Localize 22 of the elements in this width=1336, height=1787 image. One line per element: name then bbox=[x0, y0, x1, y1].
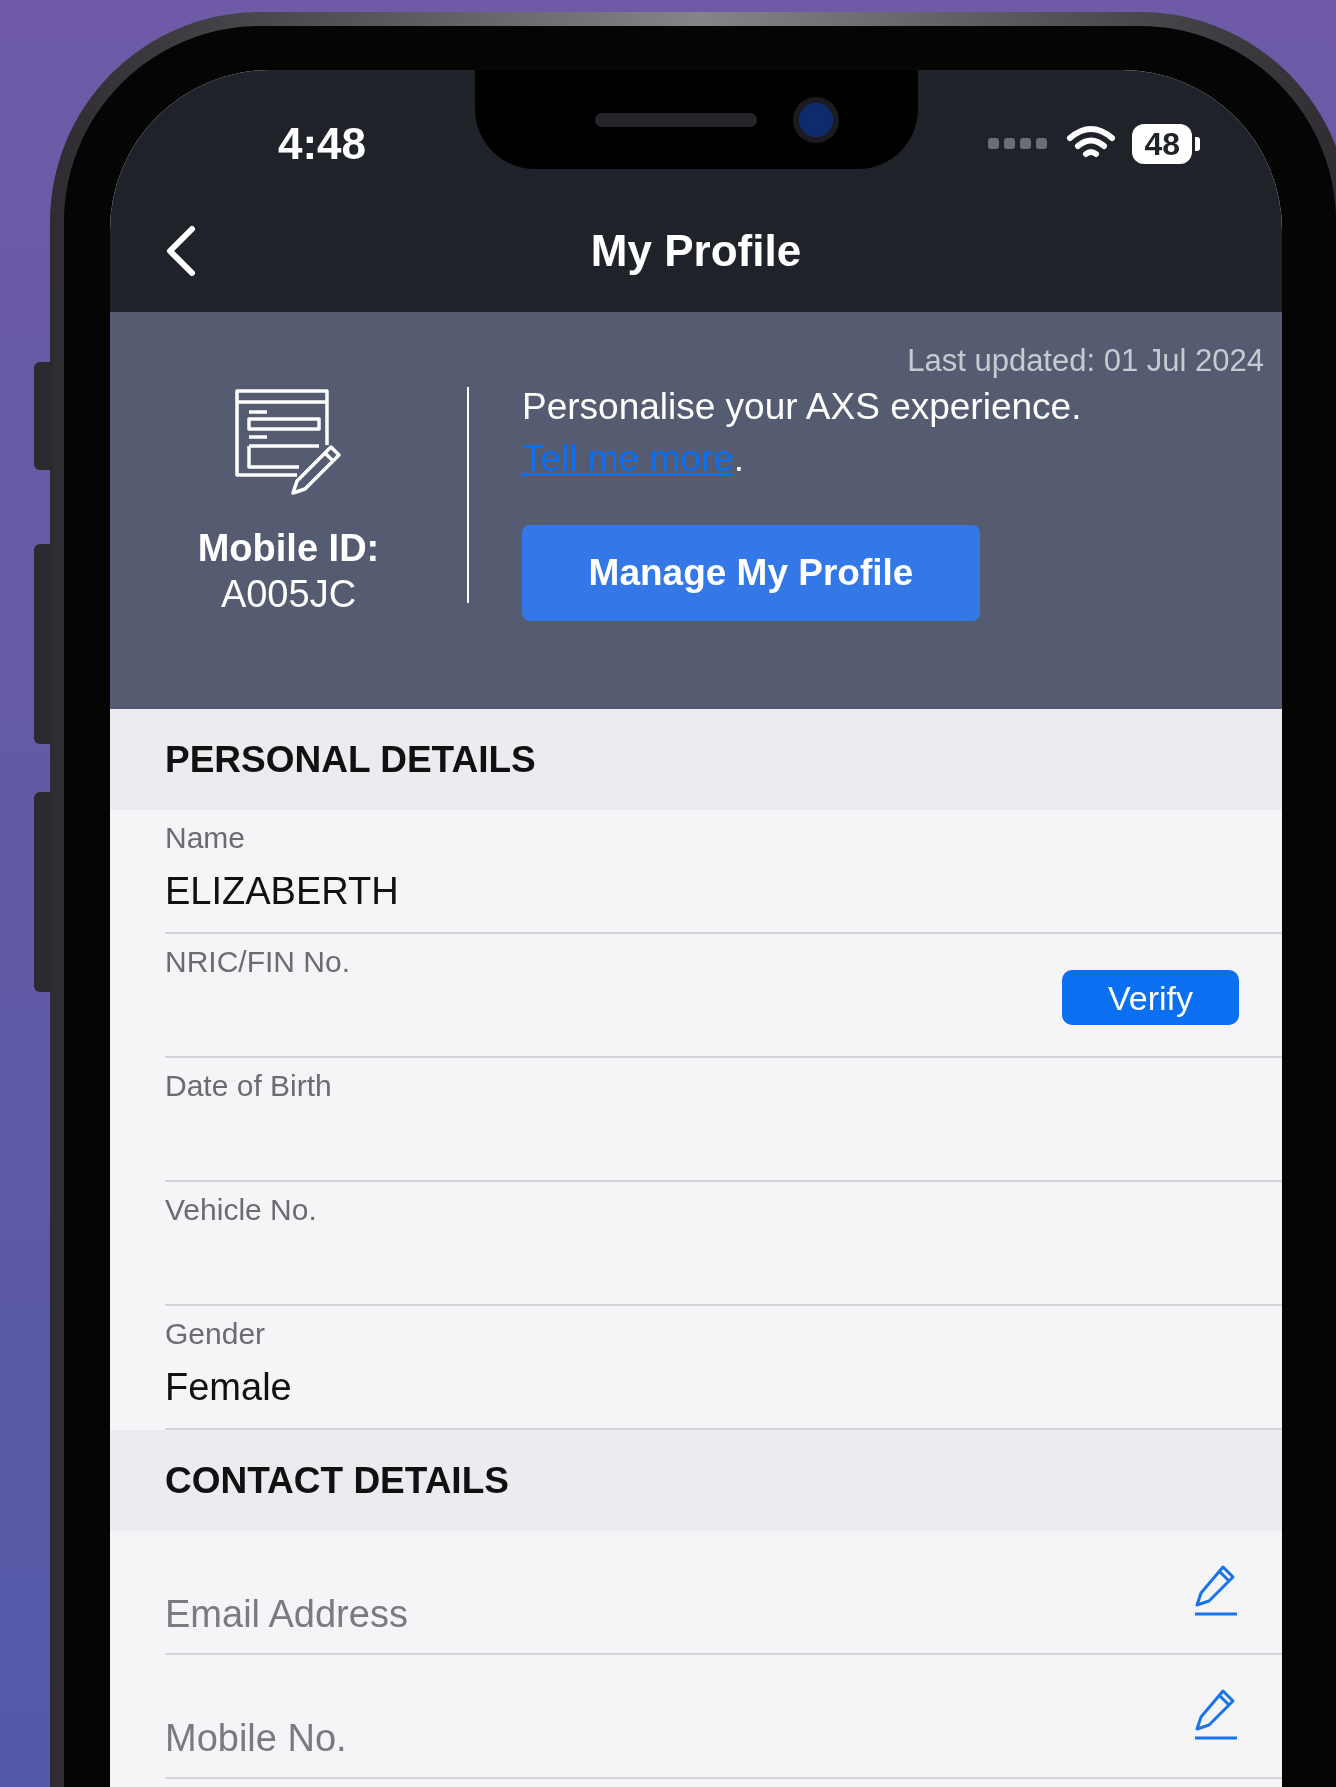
verify-button[interactable]: Verify bbox=[1062, 970, 1239, 1025]
back-icon[interactable] bbox=[166, 225, 196, 277]
field-label: Name bbox=[165, 820, 247, 856]
mobile-id-label: Mobile ID: bbox=[197, 525, 380, 571]
personalise-text: Personalise your AXS experience. Tell me more. bbox=[522, 384, 1082, 481]
manage-profile-button[interactable]: Manage My Profile bbox=[522, 524, 980, 621]
field-value: Female bbox=[165, 1365, 293, 1410]
section-title: CONTACT DETAILS bbox=[165, 1458, 509, 1503]
pencil-icon[interactable] bbox=[1193, 1687, 1239, 1741]
field-label: Vehicle No. bbox=[165, 1192, 318, 1228]
field-value: ELIZABERTH bbox=[165, 869, 400, 914]
status-time: 4:48 bbox=[278, 118, 367, 170]
field-label: Gender bbox=[165, 1316, 267, 1352]
section-title: PERSONAL DETAILS bbox=[165, 737, 536, 782]
pencil-icon[interactable] bbox=[1193, 1563, 1239, 1617]
field-label: Date of Birth bbox=[165, 1068, 333, 1104]
input-field[interactable]: Email Address bbox=[165, 1589, 408, 1639]
mobile-id-value: A005JC bbox=[220, 571, 357, 617]
last-updated-text: Last updated: 01 Jul 2024 bbox=[907, 342, 1264, 380]
field-label: NRIC/FIN No. bbox=[165, 944, 350, 980]
input-field[interactable]: Mobile No. bbox=[165, 1713, 347, 1763]
screen-title: My Profile bbox=[590, 225, 802, 277]
